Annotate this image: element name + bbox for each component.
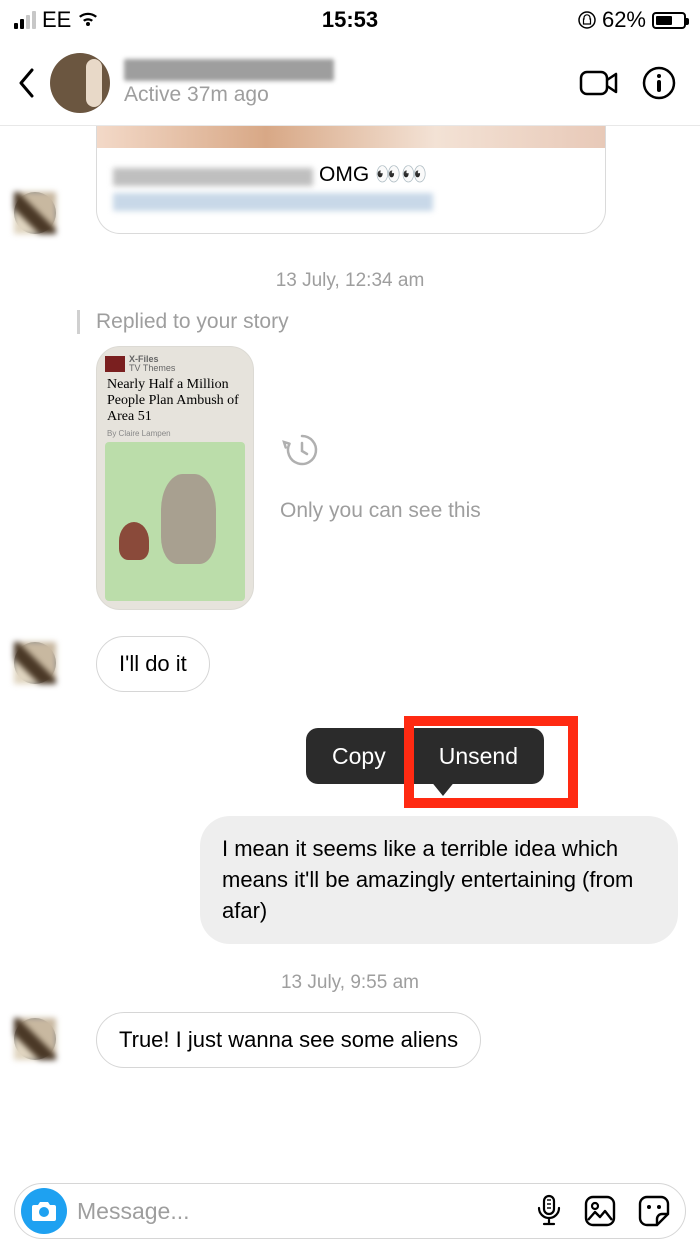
contact-avatar[interactable] xyxy=(50,53,110,113)
shared-post-card[interactable]: OMG 👀👀 xyxy=(96,126,606,234)
story-thumbnail[interactable]: X-FilesTV Themes Nearly Half a Million P… xyxy=(96,346,254,610)
sender-avatar[interactable] xyxy=(14,1018,56,1060)
sender-avatar[interactable] xyxy=(14,192,56,234)
story-reply-block: Replied to your story X-FilesTV Themes N… xyxy=(96,310,606,610)
message-input-wrap[interactable]: Message... xyxy=(14,1183,686,1239)
active-status: Active 37m ago xyxy=(124,83,562,107)
clock: 15:53 xyxy=(238,7,462,33)
story-image xyxy=(105,442,245,601)
story-visibility-hint: Only you can see this xyxy=(280,497,481,525)
battery-icon xyxy=(652,12,686,29)
info-button[interactable] xyxy=(636,60,682,106)
mic-icon[interactable] xyxy=(535,1194,563,1228)
contact-name-redacted[interactable] xyxy=(124,59,334,81)
sender-avatar[interactable] xyxy=(14,642,56,684)
incoming-message[interactable]: True! I just wanna see some aliens xyxy=(96,1012,481,1068)
chat-scroll[interactable]: OMG 👀👀 13 July, 12:34 am Replied to your… xyxy=(0,126,700,1072)
shared-post-text-redacted: OMG 👀👀 xyxy=(113,166,433,211)
copy-option[interactable]: Copy xyxy=(306,743,412,770)
outgoing-message[interactable]: I mean it seems like a terrible idea whi… xyxy=(200,816,678,944)
back-icon[interactable] xyxy=(18,68,36,98)
unsend-option[interactable]: Unsend xyxy=(413,743,544,770)
carrier-label: EE xyxy=(42,7,71,33)
timestamp-1: 13 July, 12:34 am xyxy=(0,270,700,292)
battery-pct: 62% xyxy=(602,7,646,33)
shared-post-preview xyxy=(97,126,605,148)
replied-to-story-label: Replied to your story xyxy=(77,310,606,334)
lock-rotation-icon xyxy=(578,11,596,29)
video-call-button[interactable] xyxy=(576,60,622,106)
composer-bar: Message... xyxy=(0,1178,700,1244)
history-icon xyxy=(280,430,320,470)
sticker-icon[interactable] xyxy=(637,1194,671,1228)
message-placeholder: Message... xyxy=(77,1198,525,1225)
shared-post-caption: OMG 👀👀 xyxy=(319,163,427,187)
incoming-message[interactable]: I'll do it xyxy=(96,636,210,692)
signal-icon xyxy=(14,11,36,29)
gallery-icon[interactable] xyxy=(583,1194,617,1228)
camera-button[interactable] xyxy=(21,1188,67,1234)
context-menu-arrow xyxy=(430,780,456,796)
status-bar: EE 15:53 62% xyxy=(0,0,700,40)
chat-header: Active 37m ago xyxy=(0,40,700,126)
timestamp-3: 13 July, 9:55 am xyxy=(0,972,700,994)
story-headline: Nearly Half a Million People Plan Ambush… xyxy=(105,377,245,425)
message-context-menu: Copy Unsend xyxy=(306,728,544,784)
wifi-icon xyxy=(77,11,99,29)
